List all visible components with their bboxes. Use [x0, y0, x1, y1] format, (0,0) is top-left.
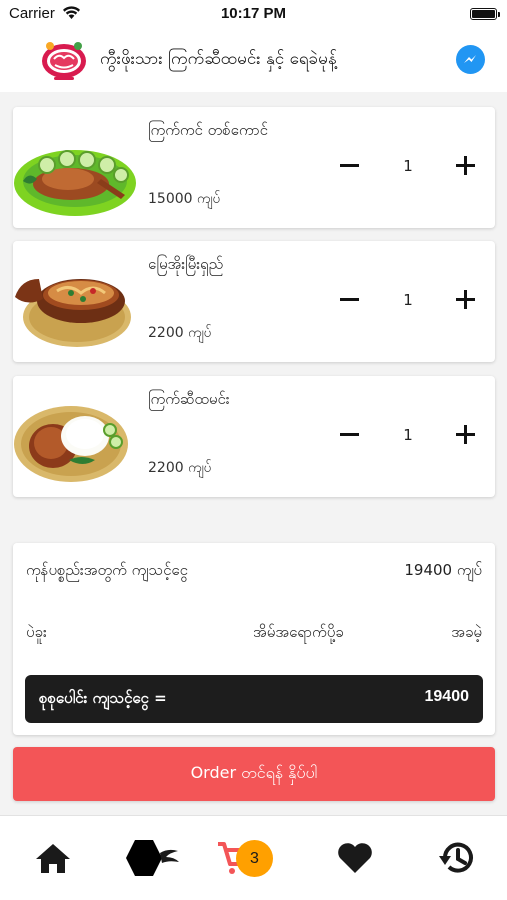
app-header: ကွီးဖိုးသား ကြက်ဆီထမင်း နှင့် ရေခဲမုန့် — [0, 30, 507, 92]
increase-quantity-button[interactable] — [451, 421, 479, 449]
quantity-value: 1 — [403, 157, 413, 175]
messenger-button[interactable] — [456, 45, 485, 74]
quantity-value: 1 — [403, 426, 413, 444]
decrease-quantity-button[interactable] — [335, 152, 363, 180]
item-name: မြေအိုးမြီးရှည် — [148, 255, 224, 273]
item-price: 2200 ကျပ် — [148, 460, 212, 476]
clay-pot-noodle-image — [15, 279, 131, 347]
decrease-quantity-button[interactable] — [335, 286, 363, 314]
order-summary: ကုန်ပစ္စည်းအတွက် ကျသင့်ငွေ 19400 ကျပ် ပဲ… — [13, 543, 495, 735]
cart-item-card: မြေအိုးမြီးရှည် 2200 ကျပ် 1 — [13, 241, 495, 362]
total-value: 19400 — [424, 688, 470, 705]
increase-quantity-button[interactable] — [451, 152, 479, 180]
status-time: 10:17 PM — [220, 5, 287, 22]
item-price: 2200 ကျပ် — [148, 325, 212, 341]
cart-count-badge: 3 — [236, 840, 273, 877]
increase-quantity-button[interactable] — [451, 286, 479, 314]
quantity-value: 1 — [403, 291, 413, 309]
item-price: 15000 ကျပ် — [148, 191, 221, 207]
place-order-button[interactable]: Order တင်ရန် နှိပ်ပါ — [13, 747, 495, 801]
cart-item-card: ကြက်ဆီထမင်း 2200 ကျပ် 1 — [13, 376, 495, 497]
favorite-icon[interactable] — [335, 838, 375, 878]
subtotal-label: ကုန်ပစ္စည်းအတွက် ကျသင့်ငွေ — [26, 561, 188, 579]
grilled-chicken-image — [14, 150, 136, 216]
history-icon[interactable] — [437, 838, 477, 878]
decrease-quantity-button[interactable] — [335, 421, 363, 449]
subtotal-value: 19400 ကျပ် — [404, 561, 482, 579]
total-label: စုစုပေါင်း ကျသင့်ငွေ = — [39, 689, 167, 707]
home-icon[interactable] — [33, 838, 73, 878]
messenger-icon — [464, 55, 476, 63]
chicken-rice-image — [14, 406, 128, 482]
page-title: ကွီးဖိုးသား ကြက်ဆီထမင်း နှင့် ရေခဲမုန့် — [100, 49, 337, 69]
status-bar: Carrier 10:17 PM — [0, 0, 507, 30]
menu-fire-icon[interactable] — [124, 838, 180, 878]
cart-item-card: ကြက်ကင် တစ်ကောင် 15000 ကျပ် 1 — [13, 107, 495, 228]
delivery-option[interactable]: အိမ်အရောက်ပို့ခ — [253, 623, 344, 645]
item-name: ကြက်ကင် တစ်ကောင် — [148, 121, 268, 139]
battery-icon — [470, 8, 500, 20]
bottom-navigation: 3 — [0, 815, 507, 900]
delivery-fee: အခမဲ့ — [451, 623, 482, 641]
restaurant-logo[interactable] — [40, 39, 88, 81]
item-name: ကြက်ဆီထမင်း — [148, 390, 230, 408]
delivery-location[interactable]: ပဲခူး — [26, 623, 47, 645]
total-bar: စုစုပေါင်း ကျသင့်ငွေ = 19400 — [25, 675, 483, 723]
